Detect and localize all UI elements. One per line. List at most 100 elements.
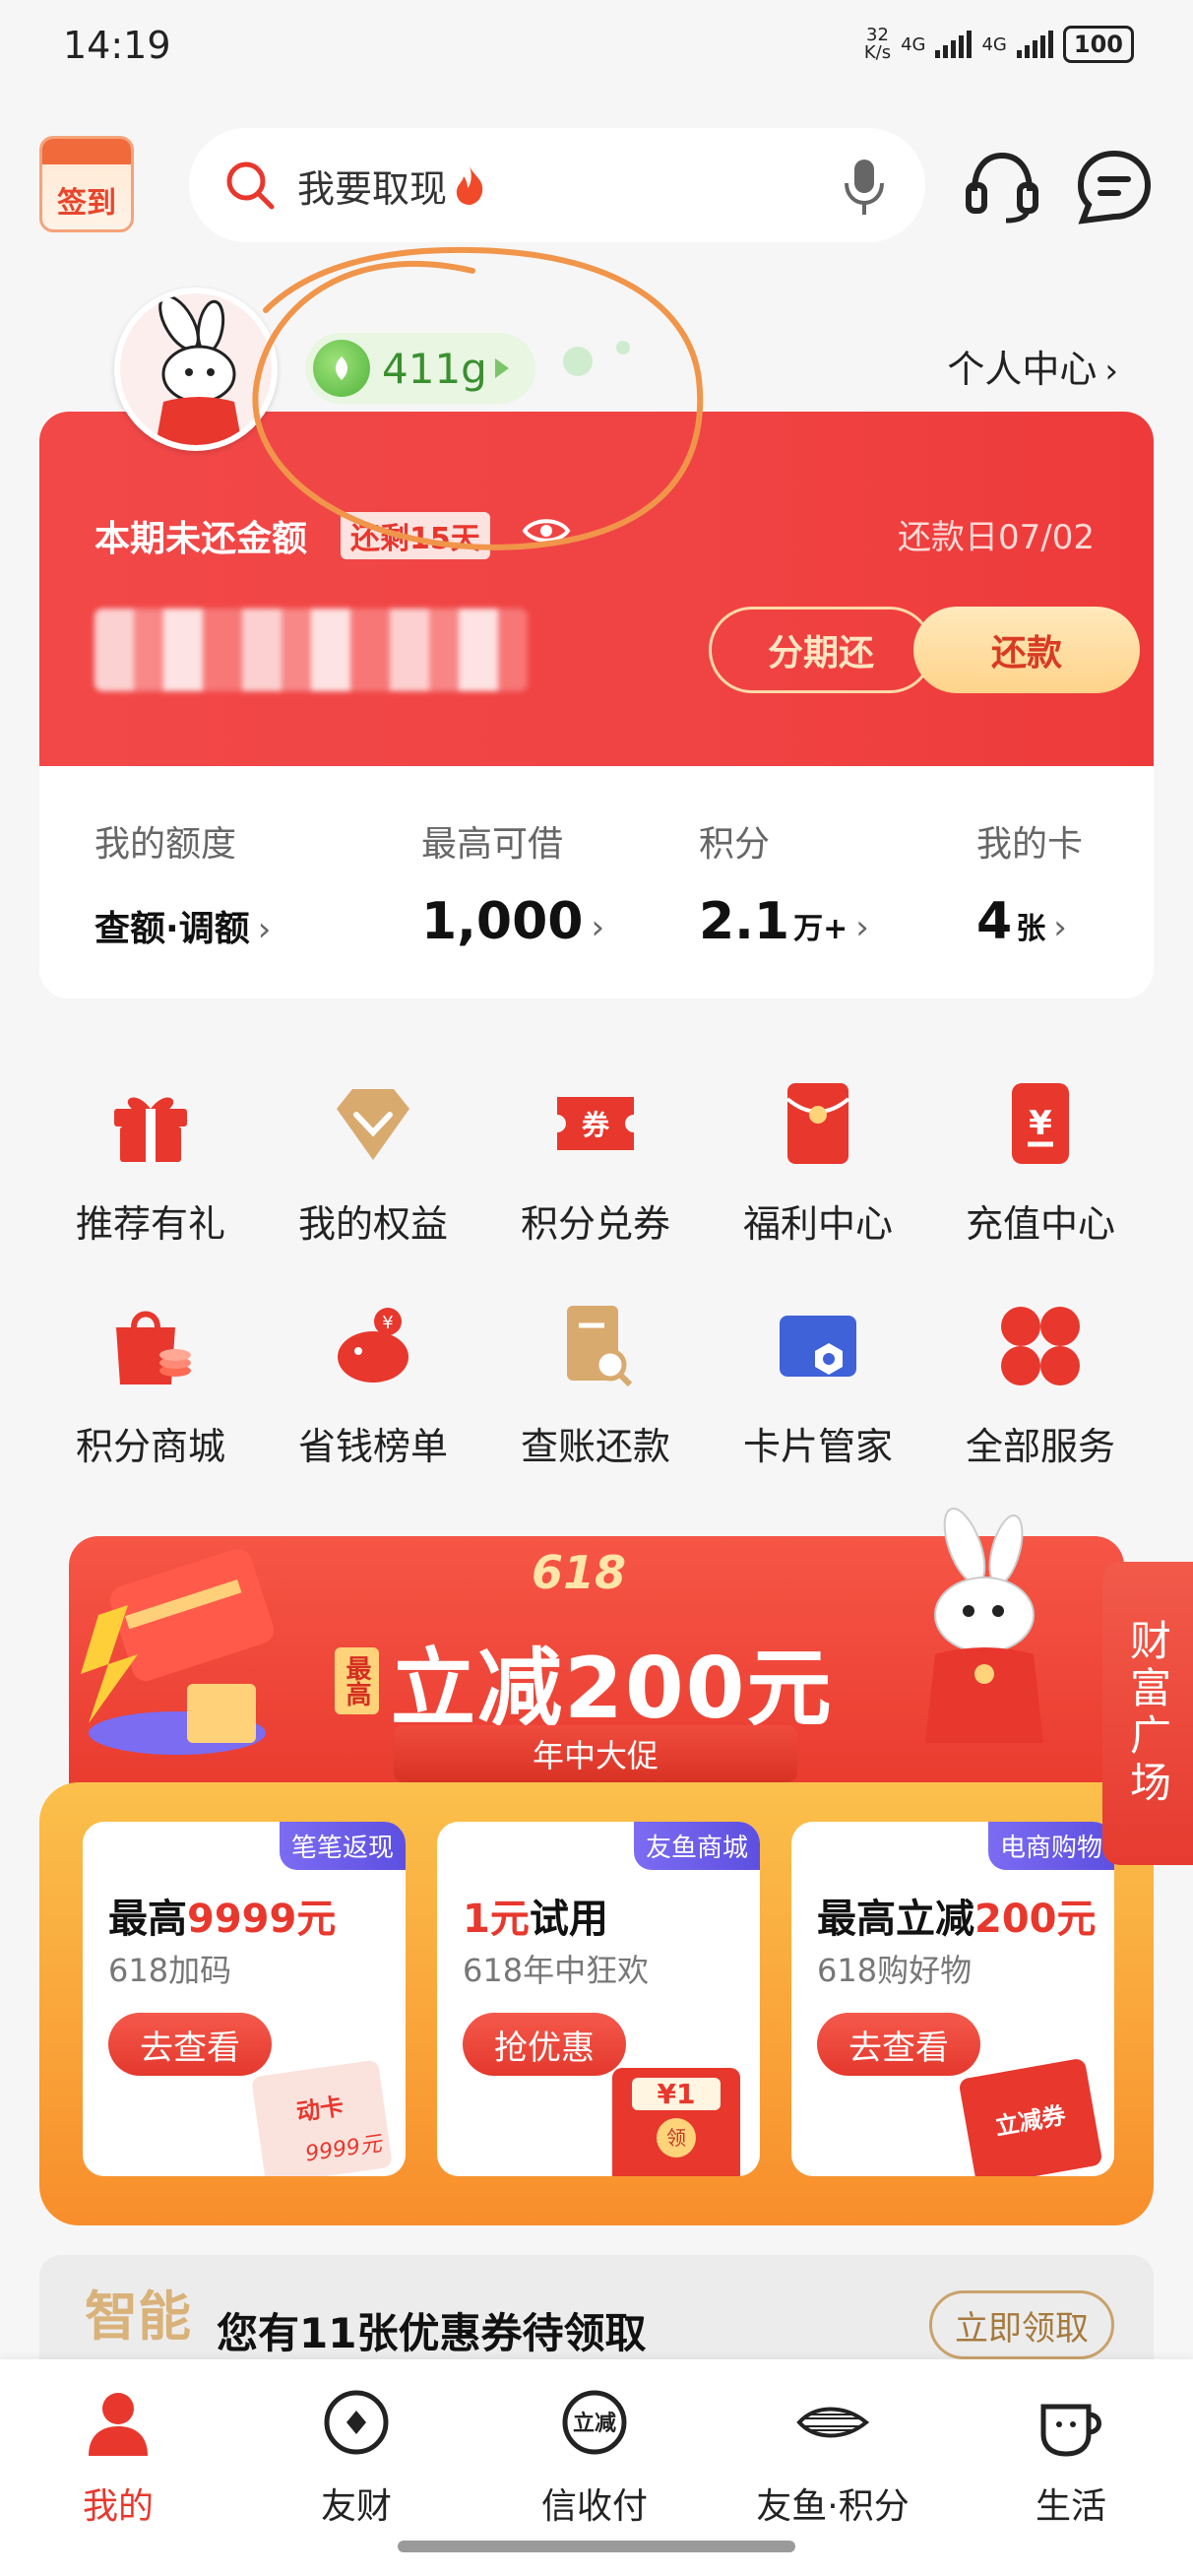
energy-badge[interactable]: 411g bbox=[305, 333, 535, 404]
promo-section[interactable]: 618 最高 立减200元 年中大促 笔笔返现 最高9999元 618加码 去查… bbox=[39, 1508, 1154, 2225]
claim-coupon-button[interactable]: 立即领取 bbox=[929, 2290, 1114, 2359]
decorative-dot-small bbox=[616, 341, 630, 354]
chevron-right-icon: › bbox=[855, 908, 869, 947]
stat-label: 我的卡 bbox=[976, 824, 1084, 865]
service-welfare-center[interactable]: 福利中心 bbox=[720, 1079, 916, 1248]
promo-headline-text: 立减200元 bbox=[391, 1640, 834, 1738]
service-all-services[interactable]: 全部服务 bbox=[942, 1302, 1139, 1470]
service-label: 我的权益 bbox=[297, 1202, 448, 1246]
leaf-icon bbox=[313, 340, 370, 397]
offer-title-prefix: 最高立减 bbox=[817, 1897, 974, 1942]
home-indicator[interactable] bbox=[398, 2541, 795, 2552]
stat-value-text: 2.1 bbox=[699, 892, 790, 951]
calendar-icon bbox=[42, 139, 131, 164]
stat-my-cards[interactable]: 我的卡 4 张 › bbox=[976, 815, 1083, 951]
nav-item-youyu-points[interactable]: 友鱼·积分 bbox=[734, 2385, 931, 2529]
all-services-icon bbox=[1001, 1307, 1080, 1385]
service-points-coupon[interactable]: 券 积分兑券 bbox=[497, 1079, 694, 1248]
offer-title: 最高9999元 bbox=[108, 1887, 336, 1944]
message-icon[interactable] bbox=[1073, 146, 1156, 228]
nav-item-mine[interactable]: 我的 bbox=[20, 2385, 217, 2529]
offer-card[interactable]: 电商购物 最高立减200元 618购好物 去查看 立减券 bbox=[791, 1822, 1114, 2176]
customer-service-icon[interactable] bbox=[961, 146, 1043, 228]
stat-unit: 万+ bbox=[793, 912, 848, 946]
offer-card[interactable]: 笔笔返现 最高9999元 618加码 去查看 动卡 9999元 bbox=[83, 1822, 406, 2176]
promo-headline: 最高 立减200元 bbox=[335, 1619, 834, 1742]
status-bar: 14:19 32 K/s 4G 4G 100 bbox=[0, 0, 1193, 98]
service-recommend-gift[interactable]: 推荐有礼 bbox=[52, 1079, 249, 1248]
card-manager-icon bbox=[780, 1316, 856, 1377]
personal-center-link[interactable]: 个人中心 › bbox=[947, 339, 1118, 393]
avatar[interactable] bbox=[114, 288, 278, 451]
svg-text:券: 券 bbox=[582, 1109, 610, 1141]
net-speed: 32 K/s bbox=[863, 25, 892, 63]
signal-icon bbox=[935, 31, 973, 58]
eye-icon[interactable] bbox=[522, 514, 571, 547]
service-card-manager[interactable]: 卡片管家 bbox=[720, 1302, 916, 1470]
wealth-plaza-tab[interactable]: 财富广场 bbox=[1102, 1562, 1193, 1865]
cup-icon bbox=[1040, 2404, 1101, 2457]
offer-title-suffix: 试用 bbox=[529, 1897, 608, 1942]
coupon-text: 您有11张优惠券待领取 bbox=[217, 2309, 647, 2357]
nav-label: 生活 bbox=[1035, 2486, 1106, 2527]
stat-credit-limit[interactable]: 我的额度 查额·调额 › bbox=[94, 815, 271, 951]
stat-points[interactable]: 积分 2.1 万+ › bbox=[699, 815, 869, 951]
repay-button[interactable]: 还款 bbox=[913, 607, 1140, 693]
nav-label: 友财 bbox=[320, 2486, 392, 2527]
battery-icon: 100 bbox=[1062, 26, 1134, 63]
offer-title: 1元试用 bbox=[463, 1887, 608, 1944]
service-points-mall[interactable]: 积分商城 bbox=[52, 1302, 249, 1470]
card-ticket-icon: 动卡 9999元 bbox=[250, 2059, 394, 2176]
microphone-icon[interactable] bbox=[843, 158, 886, 217]
status-time: 14:19 bbox=[63, 24, 171, 67]
bill-card: 本期未还金额 还剩15天 还款日07/02 分期还 还款 bbox=[39, 412, 1154, 766]
stat-value: 1,000 › bbox=[421, 892, 604, 951]
status-indicators: 32 K/s 4G 4G 100 bbox=[864, 26, 1134, 63]
diamond-icon bbox=[337, 1089, 409, 1160]
chevron-right-icon: › bbox=[1104, 352, 1118, 391]
due-date: 还款日07/02 bbox=[898, 518, 1095, 557]
stat-unit: 张 bbox=[1016, 912, 1046, 946]
offer-deco-value: 领 bbox=[657, 2118, 696, 2157]
bill-label: 本期未还金额 bbox=[94, 519, 308, 559]
offer-button[interactable]: 抢优惠 bbox=[463, 2013, 626, 2076]
stat-label: 最高可借 bbox=[421, 824, 564, 865]
coupon-icon: 券 bbox=[557, 1097, 634, 1150]
promo-tag: 最高 bbox=[335, 1646, 379, 1714]
service-my-rights[interactable]: 我的权益 bbox=[275, 1079, 471, 1248]
offer-button[interactable]: 去查看 bbox=[817, 2013, 980, 2076]
checkin-label: 签到 bbox=[57, 186, 116, 221]
recharge-icon: ¥ bbox=[1012, 1083, 1069, 1164]
chevron-right-icon: › bbox=[257, 910, 272, 949]
coupon-logo: 智能 bbox=[85, 2286, 191, 2348]
service-label: 充值中心 bbox=[965, 1202, 1115, 1246]
signal-icon-2 bbox=[1016, 31, 1053, 58]
chevron-right-icon: › bbox=[1053, 908, 1067, 947]
offer-card[interactable]: 友鱼商城 1元试用 618年中狂欢 抢优惠 ¥1 领 bbox=[437, 1822, 760, 2176]
offer-title-highlight: 9999元 bbox=[187, 1897, 337, 1942]
personal-center-label: 个人中心 bbox=[947, 348, 1098, 391]
offer-subtitle: 618年中狂欢 bbox=[463, 1952, 650, 1989]
nav-label: 信收付 bbox=[540, 2486, 648, 2527]
stat-value: 4 张 › bbox=[976, 892, 1083, 951]
search-icon bbox=[226, 161, 275, 210]
search-bar[interactable]: 我要取现 bbox=[189, 128, 925, 242]
service-savings-ranking[interactable]: ¥ 省钱榜单 bbox=[275, 1302, 471, 1470]
installment-button[interactable]: 分期还 bbox=[709, 607, 933, 693]
stat-value: 查额·调额 › bbox=[94, 900, 271, 951]
offer-deco-text: 动卡 bbox=[294, 2092, 345, 2127]
service-label: 积分商城 bbox=[75, 1425, 225, 1468]
nav-label: 友鱼·积分 bbox=[756, 2486, 910, 2527]
stat-max-borrow[interactable]: 最高可借 1,000 › bbox=[421, 815, 604, 951]
service-check-bill[interactable]: 查账还款 bbox=[497, 1302, 694, 1470]
offer-tag: 友鱼商城 bbox=[633, 1822, 760, 1870]
offer-title: 最高立减200元 bbox=[817, 1887, 1097, 1944]
svg-text:¥: ¥ bbox=[382, 1313, 393, 1333]
offer-button[interactable]: 去查看 bbox=[108, 2013, 272, 2076]
nav-item-life[interactable]: 生活 bbox=[973, 2385, 1169, 2529]
nav-item-xinshoufu[interactable]: 立减 信收付 bbox=[496, 2385, 693, 2529]
nav-item-youcai[interactable]: 友财 bbox=[258, 2385, 455, 2529]
checkin-button[interactable]: 签到 bbox=[39, 136, 134, 232]
service-recharge-center[interactable]: ¥ 充值中心 bbox=[942, 1079, 1139, 1248]
search-placeholder: 我要取现 bbox=[297, 166, 448, 211]
